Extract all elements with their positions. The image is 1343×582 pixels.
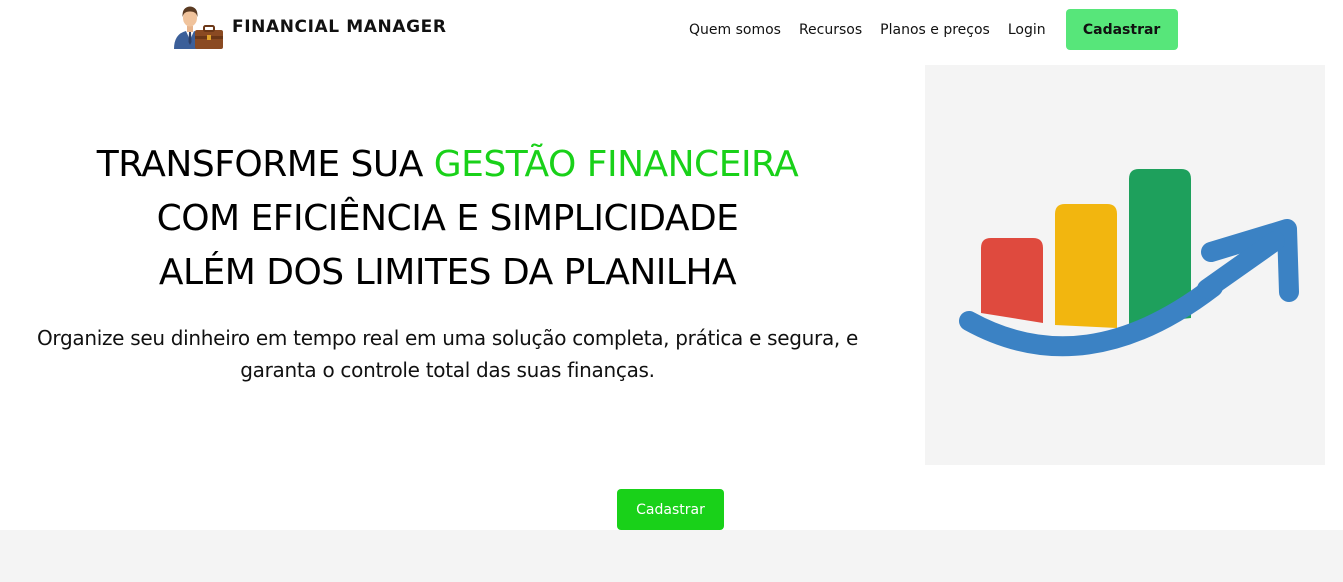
- hero-illustration: [925, 65, 1325, 465]
- nav-link-login[interactable]: Login: [1008, 22, 1046, 38]
- hero-subtitle: Organize seu dinheiro em tempo real em u…: [36, 326, 859, 382]
- site-header: FINANCIAL MANAGER Quem somos Recursos Pl…: [0, 0, 1343, 62]
- header-signup-button[interactable]: Cadastrar: [1065, 9, 1178, 50]
- hero-title-line3: ALÉM DOS LIMITES DA PLANILHA: [158, 252, 737, 293]
- hero-title-prefix: TRANSFORME SUA: [96, 144, 434, 185]
- growth-bar-chart-arrow-icon: [959, 169, 1299, 357]
- hero-signup-button[interactable]: Cadastrar: [617, 489, 724, 530]
- nav-link-quem-somos[interactable]: Quem somos: [689, 22, 781, 38]
- section-divider-band: [0, 530, 1343, 582]
- main-nav: Quem somos Recursos Planos e preços Logi…: [680, 9, 1178, 50]
- nav-link-planos-e-precos[interactable]: Planos e preços: [880, 22, 990, 38]
- nav-link-recursos[interactable]: Recursos: [799, 22, 862, 38]
- brand-name: FINANCIAL MANAGER: [232, 17, 447, 37]
- hero-section: TRANSFORME SUA GESTÃO FINANCEIRA COM EFI…: [20, 138, 875, 386]
- hero-title-line2: COM EFICIÊNCIA E SIMPLICIDADE: [156, 198, 739, 239]
- hero-title-accent: GESTÃO FINANCEIRA: [433, 144, 799, 185]
- hero-title: TRANSFORME SUA GESTÃO FINANCEIRA COM EFI…: [20, 138, 875, 300]
- brand-logo[interactable]: FINANCIAL MANAGER: [172, 2, 447, 50]
- businessman-briefcase-icon: [174, 6, 223, 49]
